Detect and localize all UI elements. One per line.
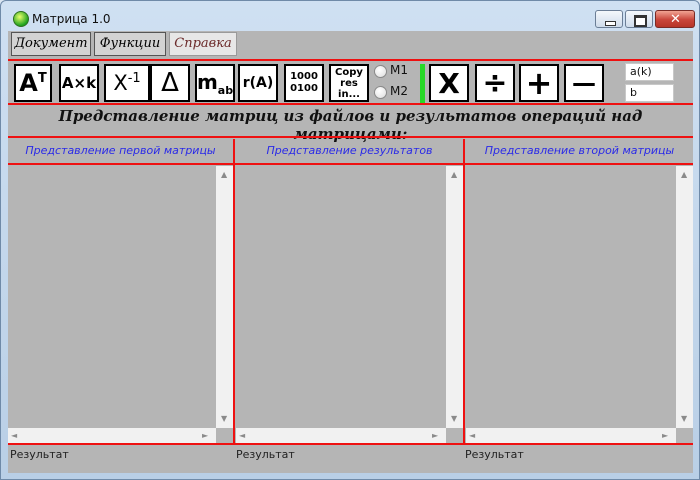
divider-bottom <box>8 443 693 445</box>
divider-right <box>463 139 465 445</box>
divider-toolbar <box>8 103 693 105</box>
maximize-icon <box>634 15 647 27</box>
scroll-left-icon[interactable]: ◄ <box>11 431 17 441</box>
scroll-down-icon[interactable]: ▼ <box>451 414 457 424</box>
title-bar[interactable]: Матрица 1.0 ✕ <box>1 1 699 31</box>
scroll-left-icon[interactable]: ◄ <box>469 431 475 441</box>
first-matrix-hscroll[interactable]: ◄ ► <box>8 428 216 444</box>
toolbar: AT A×k X-1 Δ mab r(A) 1000 0100 Copy res… <box>8 61 693 104</box>
divider-left <box>233 139 235 445</box>
close-icon: ✕ <box>670 12 681 27</box>
second-result-label: Результат <box>465 448 524 461</box>
scalar-k-field[interactable]: a(k) <box>625 63 674 81</box>
radio-m2[interactable] <box>374 86 387 99</box>
first-matrix-panel[interactable]: ▲ ▼ ◄ ► <box>8 166 233 444</box>
transpose-icon: AT <box>19 69 47 97</box>
client-area: Документ Функции Справка AT A×k X-1 Δ ma… <box>8 31 693 473</box>
menu-functions[interactable]: Функции <box>94 32 166 56</box>
divide-button[interactable]: ÷ <box>475 64 515 102</box>
divider-panel-heads <box>8 163 693 165</box>
add-button[interactable]: + <box>519 64 559 102</box>
multiply-icon: X <box>438 66 460 100</box>
radio-m2-label: M2 <box>390 84 408 98</box>
middle-result-label: Результат <box>236 448 295 461</box>
menu-bar: Документ Функции Справка <box>8 31 693 59</box>
identity-button[interactable]: 1000 0100 <box>284 64 324 102</box>
rank-button[interactable]: r(A) <box>238 64 278 102</box>
copy-result-button[interactable]: Copy res in... <box>329 64 369 102</box>
radio-m1[interactable] <box>374 65 387 78</box>
multiply-button[interactable]: X <box>429 64 469 102</box>
scroll-right-icon[interactable]: ► <box>432 431 438 441</box>
minimize-icon <box>605 21 616 26</box>
green-indicator <box>420 64 425 104</box>
scroll-right-icon[interactable]: ► <box>662 431 668 441</box>
identity-line-1: 1000 <box>290 71 318 82</box>
inverse-icon: X-1 <box>113 71 141 95</box>
minor-button[interactable]: mab <box>195 64 235 102</box>
transpose-button[interactable]: AT <box>14 64 52 102</box>
determinant-icon: Δ <box>161 68 179 98</box>
radio-m1-label: M1 <box>390 63 408 77</box>
first-result-label: Результат <box>10 448 69 461</box>
add-icon: + <box>525 64 553 102</box>
copy-result-line-2: res <box>340 77 358 89</box>
multiply-scalar-button[interactable]: A×k <box>59 64 99 102</box>
window-title: Матрица 1.0 <box>32 12 111 26</box>
scroll-up-icon[interactable]: ▲ <box>221 170 227 180</box>
scroll-down-icon[interactable]: ▼ <box>681 414 687 424</box>
divide-icon: ÷ <box>482 65 508 101</box>
results-hscroll[interactable]: ◄ ► <box>236 428 446 444</box>
copy-result-line-1: Copy <box>335 66 363 78</box>
multiply-scalar-icon: A×k <box>61 74 97 92</box>
results-vscroll[interactable]: ▲ ▼ <box>446 166 463 428</box>
second-matrix-vscroll[interactable]: ▲ ▼ <box>676 166 693 428</box>
divider-heading <box>8 136 693 138</box>
minimize-button[interactable] <box>595 10 623 28</box>
close-button[interactable]: ✕ <box>655 10 695 28</box>
rank-icon: r(A) <box>242 75 274 91</box>
menu-help[interactable]: Справка <box>169 32 237 56</box>
first-matrix-vscroll[interactable]: ▲ ▼ <box>216 166 233 428</box>
inverse-button[interactable]: X-1 <box>104 64 150 102</box>
b-field[interactable]: b <box>625 84 674 102</box>
menu-document[interactable]: Документ <box>11 32 91 56</box>
scroll-right-icon[interactable]: ► <box>202 431 208 441</box>
subtract-icon: — <box>572 69 596 97</box>
scroll-up-icon[interactable]: ▲ <box>681 170 687 180</box>
results-panel[interactable]: ▲ ▼ ◄ ► <box>236 166 463 444</box>
scroll-down-icon[interactable]: ▼ <box>221 414 227 424</box>
results-title: Представление результатов <box>266 144 433 157</box>
identity-line-2: 0100 <box>290 83 318 94</box>
second-matrix-panel[interactable]: ▲ ▼ ◄ ► <box>466 166 693 444</box>
scroll-up-icon[interactable]: ▲ <box>451 170 457 180</box>
app-window: Матрица 1.0 ✕ Документ Функции Справка A… <box>0 0 700 480</box>
copy-result-line-3: in... <box>338 88 360 100</box>
subtract-button[interactable]: — <box>564 64 604 102</box>
first-matrix-title: Представление первой матрицы <box>25 144 216 157</box>
determinant-button[interactable]: Δ <box>150 64 190 102</box>
scroll-left-icon[interactable]: ◄ <box>239 431 245 441</box>
app-icon <box>13 11 29 27</box>
second-matrix-hscroll[interactable]: ◄ ► <box>466 428 676 444</box>
minor-icon: mab <box>196 69 234 97</box>
maximize-button[interactable] <box>625 10 653 28</box>
second-matrix-title: Представление второй матрицы <box>484 144 675 157</box>
